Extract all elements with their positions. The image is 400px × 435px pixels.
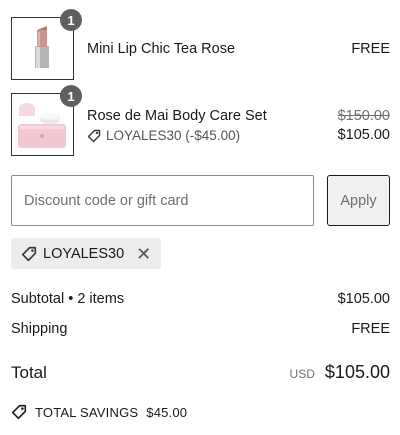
line-item: 1 Rose de Mai Body Care Set $150.00 LOYA… <box>0 85 400 170</box>
savings-tag-icon <box>11 404 27 420</box>
remove-discount-icon[interactable]: ✕ <box>136 245 151 263</box>
total-savings: TOTAL SAVINGS $45.00 <box>11 404 187 420</box>
item-price: $105.00 <box>337 127 390 143</box>
quantity-badge: 1 <box>60 85 82 107</box>
tag-icon <box>87 129 101 142</box>
item-price: FREE <box>351 41 390 57</box>
item-discount: LOYALES30 (-$45.00) <box>87 128 240 143</box>
total-label: Total <box>11 363 47 382</box>
product-thumbnail: 1 <box>11 9 82 80</box>
currency-code: USD <box>289 367 315 381</box>
subtotal-value: $105.00 <box>337 291 390 307</box>
shipping-value: FREE <box>351 321 390 337</box>
applied-discount-code: LOYALES30 <box>43 245 125 262</box>
subtotal-row: Subtotal • 2 items $105.00 <box>11 291 390 307</box>
original-price: $150.00 <box>337 108 390 124</box>
item-name: Rose de Mai Body Care Set <box>87 108 267 124</box>
total-row: Total USD $105.00 <box>11 362 390 383</box>
savings-label: TOTAL SAVINGS <box>35 404 139 420</box>
total-value: $105.00 <box>324 362 390 382</box>
product-thumbnail: 1 <box>11 85 82 156</box>
tag-icon <box>21 246 37 261</box>
line-item: 1 Mini Lip Chic Tea Rose FREE <box>0 0 400 90</box>
shipping-label: Shipping <box>11 321 68 337</box>
shipping-row: Shipping FREE <box>11 321 390 337</box>
subtotal-label: Subtotal • 2 items <box>11 291 125 307</box>
quantity-badge: 1 <box>60 9 82 31</box>
item-name: Mini Lip Chic Tea Rose <box>87 41 236 57</box>
item-discount-label: LOYALES30 (-$45.00) <box>106 128 241 143</box>
discount-code-input[interactable] <box>11 175 314 226</box>
savings-value: $45.00 <box>146 404 188 420</box>
apply-button[interactable]: Apply <box>327 175 390 226</box>
applied-discount-chip: LOYALES30 ✕ <box>11 238 162 269</box>
